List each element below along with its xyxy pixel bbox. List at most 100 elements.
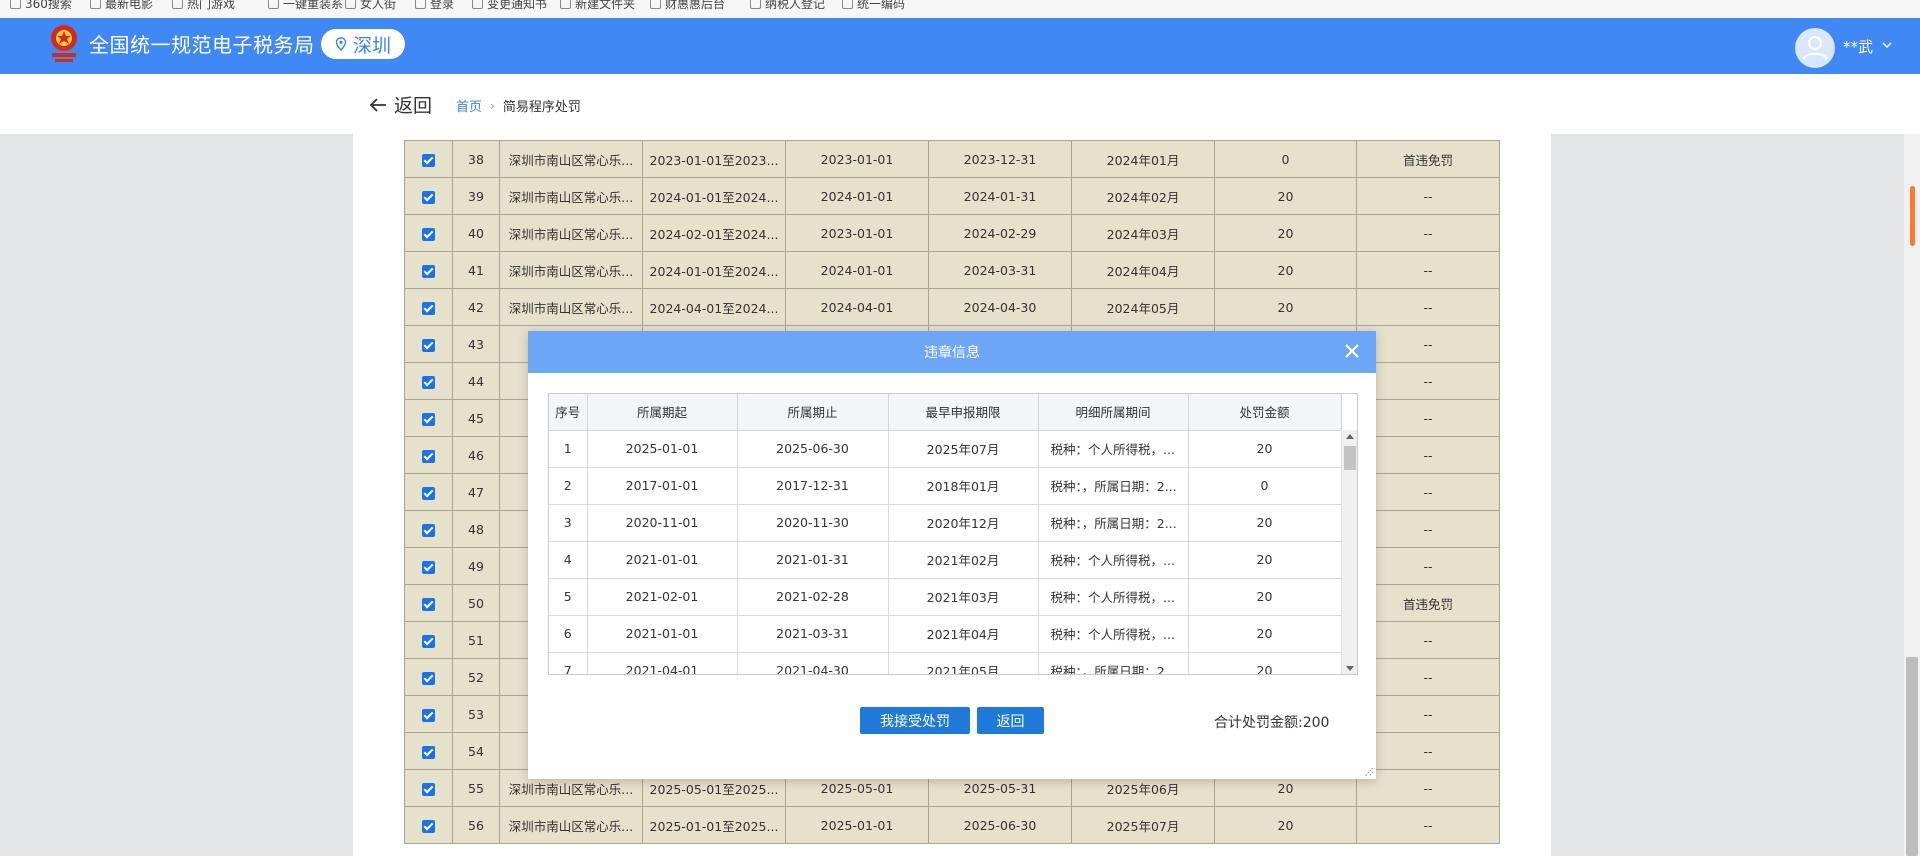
violation-row[interactable]: 7 2021-04-01 2021-04-30 2021年05月 税种：，所属日期：2.… [549, 652, 1342, 674]
bookmark-item[interactable]: 360搜索 [10, 0, 72, 12]
bookmark-label: 登录 [430, 0, 455, 11]
violation-cell-detail: 税种：，所属日期：2... [1038, 652, 1189, 674]
cell-no: 47 [452, 473, 500, 511]
city-name: 深圳 [352, 34, 391, 57]
row-checkbox[interactable] [422, 597, 435, 611]
cell-note: -- [1356, 399, 1500, 437]
row-checkbox[interactable] [422, 153, 435, 167]
cell-start: 2024-01-01 [785, 177, 929, 215]
row-checkbox[interactable] [422, 449, 435, 463]
violation-cell-no: 3 [549, 504, 588, 542]
violation-table-container[interactable]: 序号 所属期起 所属期止 最早申报期限 明细所属期间 处罚金额 1 2025-01-01 20… [548, 393, 1358, 675]
table-scrollbar[interactable] [1341, 430, 1357, 674]
row-checkbox[interactable] [422, 301, 435, 315]
bookmark-item[interactable]: 财惠惠后台 [650, 0, 725, 12]
bookmark-item[interactable]: 统一编码 [842, 0, 905, 12]
row-checkbox[interactable] [422, 375, 435, 389]
page-scrollbar[interactable] [1904, 134, 1920, 856]
dialog-return-button[interactable]: 返回 [977, 707, 1044, 734]
scroll-indicator [1910, 186, 1915, 246]
breadcrumb-home[interactable]: 首页 [456, 96, 482, 115]
accept-penalty-button[interactable]: 我接受处罚 [860, 707, 970, 734]
dialog-title: 违章信息 [924, 345, 980, 361]
violation-cell-deadline: 2021年02月 [888, 541, 1039, 579]
violation-row[interactable]: 6 2021-01-01 2021-03-31 2021年04月 税种：个人所得税，..… [549, 615, 1342, 653]
scroll-up-icon[interactable] [1346, 434, 1354, 439]
row-checkbox-cell [404, 140, 453, 178]
close-icon[interactable] [1341, 340, 1363, 362]
bookmark-icon [90, 0, 101, 9]
bookmark-item[interactable]: 纳税人登记 [750, 0, 825, 12]
cell-amount: 20 [1214, 288, 1357, 326]
violation-cell-start: 2021-01-01 [587, 615, 738, 653]
row-checkbox[interactable] [422, 560, 435, 574]
resize-handle-icon[interactable] [1362, 765, 1374, 777]
violation-row[interactable]: 3 2020-11-01 2020-11-30 2020年12月 税种：，所属日期：2.… [549, 504, 1342, 542]
bookmark-icon [415, 0, 426, 9]
row-checkbox[interactable] [422, 708, 435, 722]
user-name[interactable]: **武 [1843, 36, 1873, 57]
bookmark-item[interactable]: 变更通知书 [472, 0, 547, 12]
violation-row[interactable]: 4 2021-01-01 2021-01-31 2021年02月 税种：个人所得税，..… [549, 541, 1342, 579]
cell-note: -- [1356, 547, 1500, 585]
row-checkbox[interactable] [422, 227, 435, 241]
bookmark-item[interactable]: 新建文件夹 [560, 0, 635, 12]
bookmark-item[interactable]: 最新电影 [90, 0, 153, 12]
violation-row[interactable]: 5 2021-02-01 2021-02-28 2021年03月 税种：个人所得税，..… [549, 578, 1342, 616]
row-checkbox[interactable] [422, 671, 435, 685]
row-checkbox[interactable] [422, 819, 435, 833]
row-checkbox-cell [404, 362, 453, 400]
bookmark-icon [345, 0, 356, 9]
row-checkbox[interactable] [422, 412, 435, 426]
violation-row[interactable]: 1 2025-01-01 2025-06-30 2025年07月 税种：个人所得税，..… [549, 430, 1342, 468]
row-checkbox[interactable] [422, 634, 435, 648]
scrollbar-thumb[interactable] [1906, 657, 1918, 856]
bookmark-icon [750, 0, 761, 9]
table-row: 56 深圳市南山区常心乐... 2025-01-01至2025... 2025-01-… [404, 806, 1500, 844]
bookmark-item[interactable]: 女人街 [345, 0, 396, 12]
row-checkbox[interactable] [422, 338, 435, 352]
bookmark-label: 360搜索 [25, 0, 72, 11]
cell-name: 深圳市南山区常心乐... [499, 214, 643, 252]
table-scrollbar-thumb[interactable] [1344, 446, 1356, 470]
nav-bar: 返回 首页 › 简易程序处罚 [0, 74, 1920, 134]
cell-period: 2024-04-01至2024... [642, 288, 786, 326]
row-checkbox[interactable] [422, 523, 435, 537]
cell-month: 2024年02月 [1071, 177, 1215, 215]
row-checkbox[interactable] [422, 264, 435, 278]
cell-month: 2024年05月 [1071, 288, 1215, 326]
bookmark-item[interactable]: 一键重装系 [268, 0, 343, 12]
row-checkbox[interactable] [422, 745, 435, 759]
violation-cell-end: 2020-11-30 [737, 504, 889, 542]
table-row: 42 深圳市南山区常心乐... 2024-04-01至2024... 2024-04-… [404, 288, 1500, 326]
back-button[interactable]: 返回 [368, 91, 432, 118]
city-selector[interactable]: 深圳 [321, 29, 405, 59]
cell-note: -- [1356, 436, 1500, 474]
violation-cell-end: 2025-06-30 [737, 430, 889, 468]
chevron-down-icon[interactable] [1880, 38, 1894, 52]
violation-cell-amount: 20 [1188, 652, 1342, 674]
user-avatar[interactable] [1795, 28, 1835, 68]
cell-month: 2024年03月 [1071, 214, 1215, 252]
row-checkbox-cell [404, 325, 453, 363]
row-checkbox-cell [404, 621, 453, 659]
location-pin-icon [335, 37, 347, 51]
bookmark-label: 统一编码 [857, 0, 906, 11]
bookmark-icon [650, 0, 661, 9]
bookmark-label: 最新电影 [105, 0, 154, 11]
scroll-down-icon[interactable] [1346, 666, 1354, 671]
violation-cell-detail: 税种：个人所得税，... [1038, 615, 1189, 653]
bookmark-item[interactable]: 热门游戏 [172, 0, 235, 12]
cell-no: 39 [452, 177, 500, 215]
row-checkbox[interactable] [422, 486, 435, 500]
violation-cell-amount: 20 [1188, 430, 1342, 468]
violation-row[interactable]: 2 2017-01-01 2017-12-31 2018年01月 税种：，所属日期：2.… [549, 467, 1342, 505]
violation-cell-amount: 0 [1188, 467, 1342, 505]
row-checkbox[interactable] [422, 190, 435, 204]
cell-note: -- [1356, 510, 1500, 548]
violation-cell-no: 6 [549, 615, 588, 653]
bookmark-icon [10, 0, 21, 9]
bookmark-item[interactable]: 登录 [415, 0, 454, 12]
cell-no: 50 [452, 584, 500, 622]
row-checkbox[interactable] [422, 782, 435, 796]
